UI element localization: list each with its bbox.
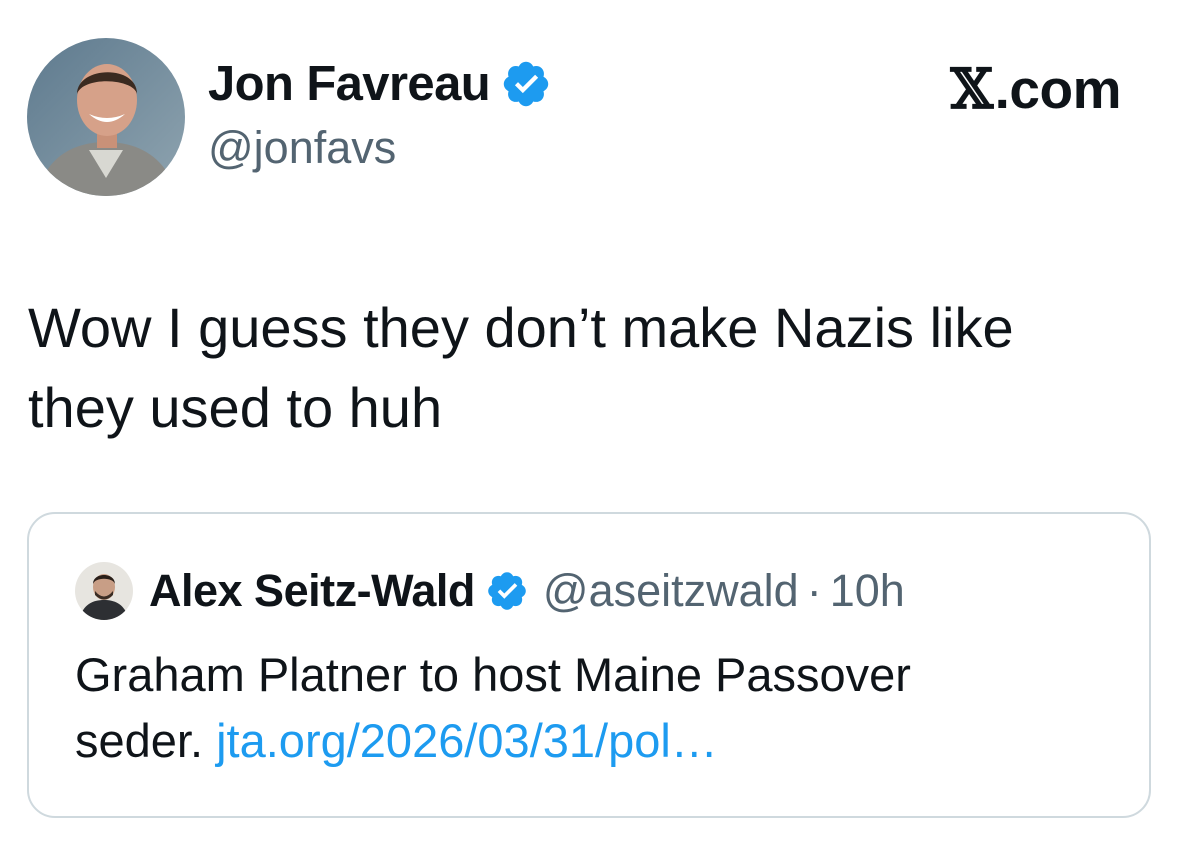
quoted-author-display-name[interactable]: Alex Seitz-Wald: [149, 565, 475, 617]
quoted-tweet-card[interactable]: Alex Seitz-Wald @aseitzwald · 10h Graham…: [27, 512, 1151, 818]
tweet-text-line: Wow I guess they don’t make Nazis like: [28, 296, 1014, 359]
quoted-tweet-text: Graham Platner to host Maine Passover se…: [75, 642, 1115, 774]
quoted-text-line: seder. jta.org/2026/03/31/pol…: [75, 708, 1115, 774]
x-logo-icon: 𝕏: [950, 56, 993, 121]
quoted-author-handle[interactable]: @aseitzwald: [543, 565, 799, 617]
brand-domain: .com: [994, 57, 1122, 120]
quoted-text-line: Graham Platner to host Maine Passover: [75, 648, 911, 701]
tweet-text-line: they used to huh: [28, 376, 443, 439]
author-handle[interactable]: @jonfavs: [208, 122, 396, 174]
quoted-timestamp[interactable]: 10h: [830, 565, 905, 617]
quoted-author-avatar[interactable]: [75, 562, 133, 620]
verified-badge-icon: [488, 572, 526, 610]
quoted-text-prefix: seder.: [75, 714, 204, 767]
article-link[interactable]: jta.org/2026/03/31/pol…: [216, 714, 718, 767]
verified-badge-icon: [503, 61, 549, 107]
tweet-text: Wow I guess they don’t make Nazis like t…: [28, 288, 1128, 448]
author-display-name[interactable]: Jon Favreau: [208, 56, 491, 112]
meta-separator: ·: [806, 565, 822, 616]
author-avatar[interactable]: [27, 38, 185, 196]
brand-logo: 𝕏 .com: [950, 56, 1121, 121]
